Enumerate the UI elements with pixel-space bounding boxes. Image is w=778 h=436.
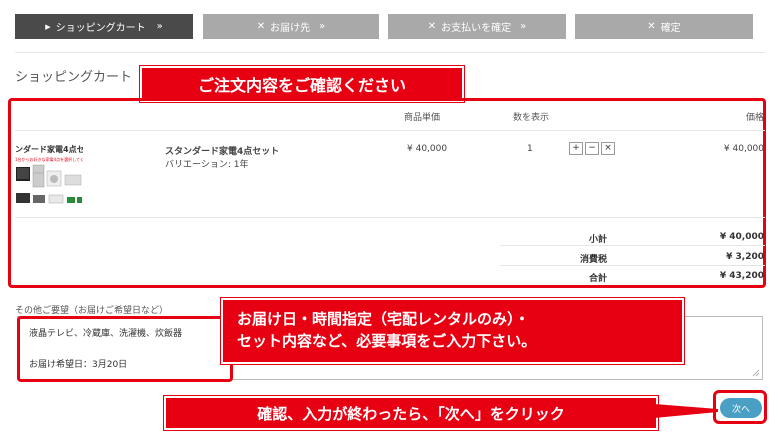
divider	[15, 52, 765, 53]
double-arrow-icon: »	[156, 21, 163, 32]
line-price-value: ¥ 40,000	[723, 144, 764, 154]
increase-button[interactable]: +	[569, 142, 583, 155]
remarks-line-2: お届け希望日：3月20日	[29, 360, 128, 370]
divider	[500, 245, 765, 246]
product-variation: バリエーション: 1年	[165, 160, 249, 170]
callout-arrow-icon	[654, 404, 718, 418]
callout-next-instruction: 確認、入力が終わったら、「次へ」をクリック	[164, 396, 658, 430]
callout-remarks-line-2: セット内容など、必要事項をご入力下さい。	[237, 332, 537, 350]
step-confirm[interactable]: ✕ 確定	[575, 14, 753, 39]
appliances-illustration	[16, 164, 82, 204]
header-unit-price: 商品単価	[404, 113, 441, 123]
x-icon: ✕	[256, 21, 266, 32]
tax-label: 消費税	[580, 255, 608, 265]
remove-button[interactable]: ×	[601, 142, 615, 155]
quantity-value: 1	[527, 144, 533, 154]
total-value: ¥ 43,200	[719, 271, 764, 281]
step-payment[interactable]: ✕ お支払いを確定 »	[388, 14, 566, 39]
x-icon: ✕	[647, 21, 656, 32]
play-icon: ▶	[45, 22, 51, 31]
callout-remarks-line-1: お届け日・時間指定（宅配レンタルのみ）・	[237, 310, 530, 328]
divider	[15, 130, 765, 131]
checkout-steps: ▶ ショッピングカート » ✕ お届け先 » ✕ お支払いを確定 » ✕ 確定	[15, 14, 755, 39]
step-label: お届け先	[270, 23, 311, 34]
unit-price-value: ¥ 40,000	[407, 144, 448, 154]
resize-handle-icon	[752, 369, 760, 377]
cart-highlight-frame	[8, 98, 766, 288]
decrease-button[interactable]: −	[585, 142, 599, 155]
header-quantity: 数を表示	[513, 113, 550, 123]
double-arrow-icon: »	[520, 21, 527, 32]
header-price: 価格	[745, 113, 764, 123]
divider	[500, 265, 765, 266]
product-name[interactable]: スタンダード家電4点セット	[165, 144, 279, 157]
remarks-label: その他ご要望（お届けご希望日など）	[15, 306, 169, 316]
total-label: 合計	[589, 274, 608, 284]
callout-remarks: お届け日・時間指定（宅配レンタルのみ）・ セット内容など、必要事項をご入力下さい…	[221, 298, 684, 364]
next-button[interactable]: 次へ	[720, 398, 762, 418]
callout-confirm-order: ご注文内容をご確認ください	[140, 66, 464, 102]
step-delivery[interactable]: ✕ お届け先 »	[203, 14, 379, 39]
product-image-caption: ンダード家電4点セ	[15, 145, 83, 154]
step-label: 確定	[660, 23, 681, 34]
remarks-line-1: 液晶テレビ、冷蔵庫、洗濯機、炊飯器	[29, 329, 183, 339]
subtotal-label: 小計	[589, 235, 608, 245]
x-icon: ✕	[427, 21, 437, 32]
divider	[15, 217, 765, 218]
quantity-controls: + − ×	[569, 142, 615, 155]
step-label: お支払いを確定	[441, 23, 512, 34]
subtotal-value: ¥ 40,000	[719, 232, 764, 242]
double-arrow-icon: »	[319, 21, 326, 32]
tax-value: ¥ 3,200	[726, 252, 764, 262]
step-label: ショッピングカート	[55, 23, 146, 34]
page-title: ショッピングカート	[15, 70, 133, 85]
step-shopping-cart[interactable]: ▶ ショッピングカート »	[15, 14, 193, 39]
product-image[interactable]: ンダード家電4点セ 1台からお好きな家電4点を選択してください	[15, 140, 83, 206]
